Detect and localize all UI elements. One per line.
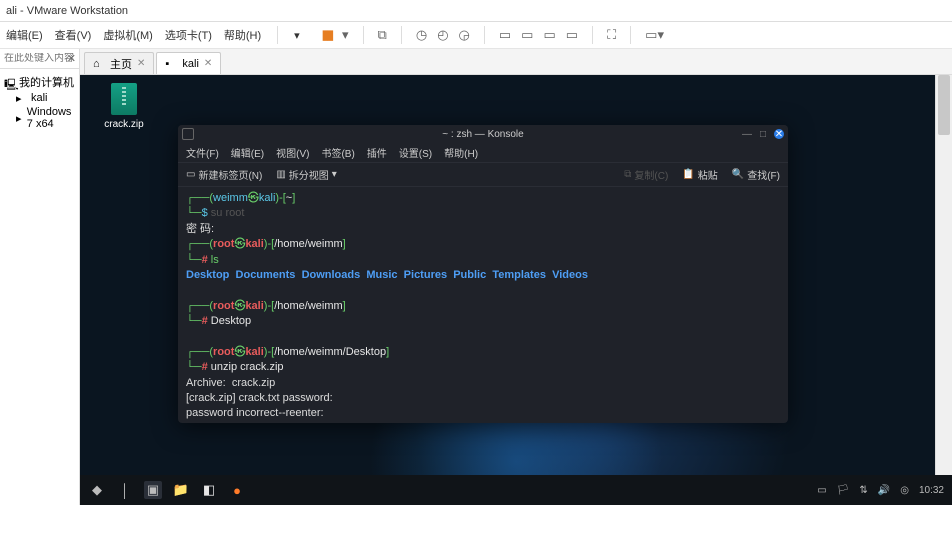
vm-icon: ▸ xyxy=(16,92,28,104)
tray-network-icon[interactable]: ⇅ xyxy=(859,485,867,496)
close-tab-icon[interactable]: ✕ xyxy=(137,58,145,69)
separator xyxy=(630,26,631,44)
close-sidebar-icon[interactable]: ✕ xyxy=(67,52,76,65)
tray-volume-icon[interactable]: 🔊 xyxy=(878,485,890,496)
terminal-body[interactable]: ┌──(weimm㉿kali)-[~] └─$ su root 密 码: ┌──… xyxy=(178,187,788,419)
menu-help[interactable]: 帮助(H) xyxy=(224,27,261,43)
separator xyxy=(484,26,485,44)
guest-taskbar: ◆ │ ▣ 📁 ◧ ● ▭ 🏳 ⇅ 🔊 ◎ 10:32 xyxy=(80,475,952,505)
maximize-icon[interactable]: □ xyxy=(758,129,768,139)
kmenu-plugin[interactable]: 插件 xyxy=(367,145,387,160)
split-button[interactable]: ▥ 拆分视图 ▾ xyxy=(276,167,336,182)
konsole-window[interactable]: ~ : zsh — Konsole — □ ✕ 文件(F) 编辑(E) 视图(V… xyxy=(178,125,788,423)
konsole-title-text: ~ : zsh — Konsole xyxy=(442,129,523,140)
konsole-app-icon xyxy=(182,128,194,140)
separator xyxy=(592,26,593,44)
layout3-icon[interactable]: ▭ xyxy=(543,27,555,43)
layout2-icon[interactable]: ▭ xyxy=(521,27,533,43)
kmenu-edit[interactable]: 编辑(E) xyxy=(231,145,264,160)
file-label: crack.zip xyxy=(104,119,143,130)
pause-icon[interactable]: ▮▮ xyxy=(322,27,332,43)
layout4-icon[interactable]: ▭ xyxy=(566,27,578,43)
clock-icon[interactable]: ◷ xyxy=(416,27,427,43)
taskbar-separator: │ xyxy=(116,481,134,499)
home-icon: ⌂ xyxy=(93,58,105,70)
tab-home[interactable]: ⌂ 主页 ✕ xyxy=(84,52,154,74)
desktop-file-crackzip[interactable]: crack.zip xyxy=(94,83,154,130)
find-button[interactable]: 🔍 查找(F) xyxy=(732,167,780,182)
tab-kali[interactable]: ▪ kali ✕ xyxy=(156,52,221,74)
vmware-titlebar: ali - VMware Workstation xyxy=(0,0,952,22)
vm-label: kali xyxy=(31,92,48,104)
kmenu-file[interactable]: 文件(F) xyxy=(186,145,219,160)
snapshot-icon[interactable]: ⧉ xyxy=(378,27,387,43)
tree-root[interactable]: 🖳 我的计算机 xyxy=(4,73,75,91)
copy-button[interactable]: ⧉ 复制(C) xyxy=(624,167,668,182)
taskbar-tray: ▭ 🏳 ⇅ 🔊 ◎ 10:32 xyxy=(817,485,944,496)
vm-tree: 🖳 我的计算机 ▸ kali ▸ Windows 7 x64 xyxy=(0,69,79,135)
konsole-menubar: 文件(F) 编辑(E) 视图(V) 书签(B) 插件 设置(S) 帮助(H) xyxy=(178,143,788,163)
separator xyxy=(401,26,402,44)
vm-icon: ▪ xyxy=(165,58,177,70)
separator xyxy=(277,26,278,44)
tray-clock[interactable]: 10:32 xyxy=(919,485,944,496)
kali-menu-icon[interactable]: ◆ xyxy=(88,481,106,499)
guest-desktop[interactable]: crack.zip ~ : zsh — Konsole — □ ✕ 文件(F) … xyxy=(80,75,952,505)
vmware-menubar: 编辑(E) 查看(V) 虚拟机(M) 选项卡(T) 帮助(H) ▾ ▮▮ ▾ ⧉… xyxy=(0,22,952,49)
power-dropdown[interactable]: ▾ xyxy=(294,29,300,42)
kmenu-settings[interactable]: 设置(S) xyxy=(399,145,432,160)
library-search: ✕ xyxy=(0,49,79,69)
tabstrip: ⌂ 主页 ✕ ▪ kali ✕ xyxy=(80,49,952,75)
computer-icon: 🖳 xyxy=(4,76,16,88)
title-text: ali - VMware Workstation xyxy=(6,5,128,17)
unity-icon[interactable]: ▭▾ xyxy=(645,27,664,43)
scrollbar[interactable] xyxy=(935,75,952,505)
content-area: ⌂ 主页 ✕ ▪ kali ✕ crack.zip ~ : zsh — Kons… xyxy=(80,49,952,505)
menu-edit[interactable]: 编辑(E) xyxy=(6,27,43,43)
tray-workspace-icon[interactable]: ▭ xyxy=(817,485,826,496)
zip-icon xyxy=(111,83,137,115)
toolbar: ▮▮ ▾ ⧉ ◷ ◴ ◶ ▭ ▭ ▭ ▭ ⛶ ▭▾ xyxy=(322,26,664,44)
window-buttons: — □ ✕ xyxy=(742,129,784,139)
taskbar-terminal-icon[interactable]: ▣ xyxy=(144,481,162,499)
library-sidebar: ✕ 🖳 我的计算机 ▸ kali ▸ Windows 7 x64 xyxy=(0,49,80,505)
minimize-icon[interactable]: — xyxy=(742,129,752,139)
vm-label: Windows 7 x64 xyxy=(27,106,75,130)
vm-icon: ▸ xyxy=(16,112,24,124)
kmenu-help[interactable]: 帮助(H) xyxy=(444,145,478,160)
tab-kali-label: kali xyxy=(182,58,199,70)
snapshot-mgr-icon[interactable]: ◴ xyxy=(437,27,448,43)
search-input[interactable] xyxy=(4,53,75,64)
konsole-toolbar: ▭ 新建标签页(N) ▥ 拆分视图 ▾ ⧉ 复制(C) 📋 粘贴 🔍 查找(F) xyxy=(178,163,788,187)
separator xyxy=(363,26,364,44)
taskbar-firefox-icon[interactable]: ● xyxy=(228,481,246,499)
menu-tabs[interactable]: 选项卡(T) xyxy=(165,27,212,43)
tree-vm-win7[interactable]: ▸ Windows 7 x64 xyxy=(4,105,75,131)
tree-vm-kali[interactable]: ▸ kali xyxy=(4,91,75,105)
newtab-button[interactable]: ▭ 新建标签页(N) xyxy=(186,167,262,182)
scrollbar-thumb[interactable] xyxy=(938,75,950,135)
taskbar-notes-icon[interactable]: ◧ xyxy=(200,481,218,499)
layout-icon[interactable]: ▭ xyxy=(499,27,511,43)
tray-lang-icon[interactable]: 🏳 xyxy=(837,485,850,496)
tab-home-label: 主页 xyxy=(110,56,132,72)
close-tab-icon[interactable]: ✕ xyxy=(204,58,212,69)
menu-vm[interactable]: 虚拟机(M) xyxy=(103,27,153,43)
tray-notify-icon[interactable]: ◎ xyxy=(900,485,909,496)
kmenu-view[interactable]: 视图(V) xyxy=(276,145,309,160)
taskbar-files-icon[interactable]: 📁 xyxy=(172,481,190,499)
revert-icon[interactable]: ◶ xyxy=(459,27,470,43)
menu-view[interactable]: 查看(V) xyxy=(55,27,92,43)
kmenu-bookmark[interactable]: 书签(B) xyxy=(321,145,354,160)
konsole-titlebar[interactable]: ~ : zsh — Konsole — □ ✕ xyxy=(178,125,788,143)
tree-root-label: 我的计算机 xyxy=(19,74,74,90)
play-dropdown-icon[interactable]: ▾ xyxy=(342,27,349,43)
fullscreen-icon[interactable]: ⛶ xyxy=(607,27,616,43)
paste-button[interactable]: 📋 粘贴 xyxy=(682,167,717,182)
close-icon[interactable]: ✕ xyxy=(774,129,784,139)
main-area: ✕ 🖳 我的计算机 ▸ kali ▸ Windows 7 x64 ⌂ 主页 ✕ xyxy=(0,49,952,505)
